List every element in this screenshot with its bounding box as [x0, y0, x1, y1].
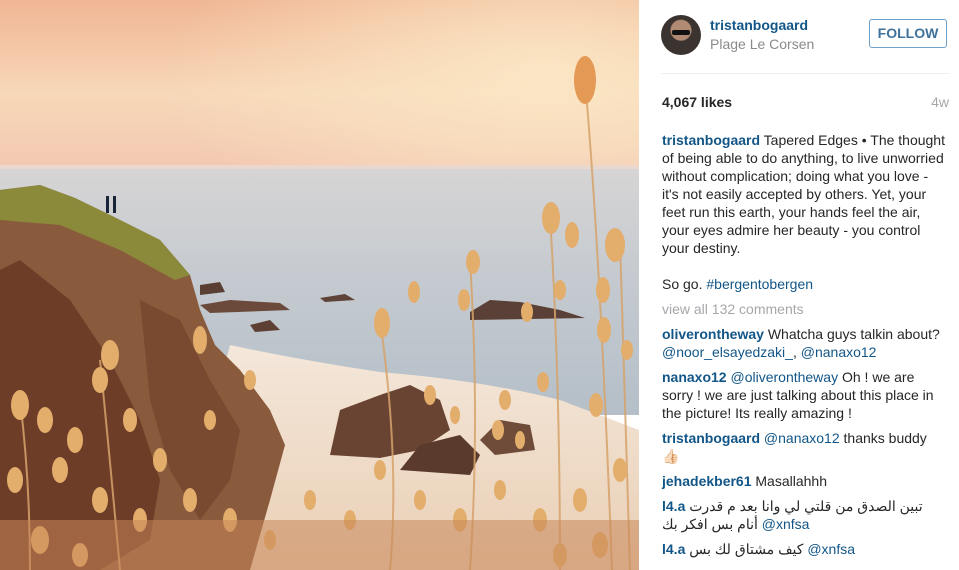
comment-username[interactable]: l4.a: [662, 498, 685, 514]
avatar[interactable]: [661, 15, 701, 55]
comment-item: l4.a تبين الصدق من قلتي لي وانا بعد م قد…: [662, 497, 947, 533]
mention-link[interactable]: @xnfsa: [807, 541, 855, 557]
comment-username[interactable]: oliverontheway: [662, 326, 764, 342]
mention-link[interactable]: @xnfsa: [762, 516, 810, 532]
caption: tristanbogaard Tapered Edges • The thoug…: [662, 131, 947, 293]
comment-username[interactable]: l4.a: [662, 541, 685, 557]
comment-item: nanaxo12 @oliverontheway Oh ! we are sor…: [662, 368, 947, 422]
comment-username[interactable]: tristanbogaard: [662, 430, 760, 446]
mention-link[interactable]: @nanaxo12: [801, 344, 877, 360]
follow-button[interactable]: FOLLOW: [869, 19, 947, 48]
view-all-comments-link[interactable]: view all 132 comments: [662, 300, 947, 318]
post-photo[interactable]: [0, 0, 639, 570]
comments-section: tristanbogaard Tapered Edges • The thoug…: [662, 131, 947, 558]
comment-item: oliverontheway Whatcha guys talkin about…: [662, 325, 947, 361]
post-photo-scene: [0, 0, 639, 570]
comment-item: jehadekber61 Masallahhh: [662, 472, 947, 490]
mention-link[interactable]: @nanaxo12: [764, 430, 840, 446]
author-username[interactable]: tristanbogaard: [710, 17, 808, 33]
comment-username[interactable]: jehadekber61: [662, 473, 752, 489]
caption-closing: So go.: [662, 276, 703, 292]
post-header: tristanbogaard Plage Le Corsen FOLLOW: [639, 0, 959, 72]
header-divider: [661, 73, 949, 74]
caption-text: Tapered Edges • The thought of being abl…: [662, 132, 945, 256]
likes-count[interactable]: 4,067 likes: [662, 94, 732, 110]
post-side-panel: tristanbogaard Plage Le Corsen FOLLOW 4,…: [639, 0, 959, 570]
hashtag-link[interactable]: #bergentobergen: [706, 276, 813, 292]
mention-link[interactable]: @noor_elsayedzaki_: [662, 344, 793, 360]
comment-username[interactable]: nanaxo12: [662, 369, 727, 385]
mention-link[interactable]: @oliverontheway: [730, 369, 838, 385]
comment-text: كيف مشتاق لك بس: [689, 541, 804, 557]
comment-item: tristanbogaard @nanaxo12 thanks buddy 👍🏻: [662, 429, 947, 465]
caption-username[interactable]: tristanbogaard: [662, 132, 760, 148]
post-location[interactable]: Plage Le Corsen: [710, 36, 814, 52]
comment-separator: ,: [792, 344, 801, 360]
comment-text: Whatcha guys talkin about?: [767, 326, 940, 342]
post-time[interactable]: 4w: [931, 94, 949, 110]
comment-item: l4.a كيف مشتاق لك بس @xnfsa: [662, 540, 947, 558]
comment-text: Masallahhh: [755, 473, 827, 489]
